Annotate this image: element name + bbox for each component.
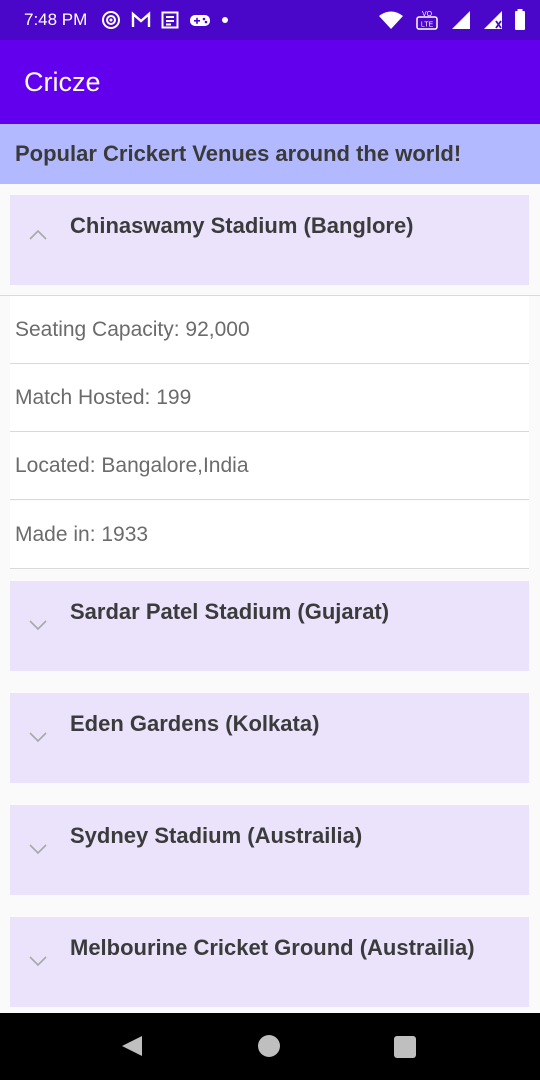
notification-icons (101, 10, 229, 30)
venue-detail-item[interactable]: Match Hosted: 199 (10, 364, 529, 432)
venue-detail-item[interactable]: Located: Bangalore,India (10, 432, 529, 500)
venue-group-title: Sardar Patel Stadium (Gujarat) (70, 599, 390, 624)
venue-group-sardar-patel[interactable]: Sardar Patel Stadium (Gujarat) (10, 581, 529, 671)
app-title: Cricze (24, 66, 101, 97)
venue-detail-text: Made in: 1933 (15, 522, 149, 546)
home-icon[interactable] (258, 1035, 280, 1057)
venue-group-title: Melbourine Cricket Ground (Austrailia) (70, 935, 475, 960)
gmail-icon (132, 11, 151, 27)
back-icon[interactable] (120, 1034, 144, 1058)
venue-detail-item[interactable]: Made in: 1933 (10, 501, 529, 569)
venue-detail-text: Seating Capacity: 92,000 (15, 317, 250, 341)
venue-detail-text: Located: Bangalore,India (15, 453, 249, 477)
volte-icon: LTE VO (416, 11, 438, 30)
venue-detail-text: Match Hosted: 199 (15, 385, 192, 409)
target-icon (102, 11, 121, 29)
venue-group-title: Chinaswamy Stadium (Banglore) (70, 213, 414, 238)
venue-group-chinaswamy[interactable]: Chinaswamy Stadium (Banglore) (10, 195, 529, 285)
game-icon (190, 15, 211, 26)
signal-2-icon (484, 11, 502, 29)
venue-group-melbourne[interactable]: Melbourine Cricket Ground (Austrailia) (10, 917, 529, 1007)
subheader: Popular Crickert Venues around the world… (0, 124, 540, 184)
svg-text:VO: VO (422, 11, 433, 18)
venue-group-sydney[interactable]: Sydney Stadium (Austrailia) (10, 805, 529, 895)
venue-group-title: Sydney Stadium (Austrailia) (70, 823, 363, 848)
app-bar: Cricze (0, 40, 540, 124)
chevron-down-icon (29, 620, 47, 631)
recent-apps-icon[interactable] (394, 1036, 416, 1058)
wifi-icon (379, 11, 403, 29)
chevron-up-icon (29, 229, 47, 240)
navigation-bar (0, 1013, 540, 1080)
chevron-down-icon (29, 956, 47, 967)
chevron-down-icon (29, 732, 47, 743)
dot-icon (222, 17, 229, 23)
subheader-text: Popular Crickert Venues around the world… (15, 141, 462, 166)
battery-icon (515, 9, 525, 30)
venue-group-eden-gardens[interactable]: Eden Gardens (Kolkata) (10, 693, 529, 783)
signal-icon (452, 11, 470, 29)
venue-group-title: Eden Gardens (Kolkata) (70, 711, 320, 736)
venue-detail-item[interactable]: Seating Capacity: 92,000 (10, 296, 529, 364)
status-time: 7:48 PM (24, 10, 88, 29)
svg-text:LTE: LTE (421, 22, 434, 29)
system-icons: LTE VO (378, 9, 526, 31)
status-bar: 7:48 PM LTE VO (0, 0, 540, 40)
chevron-down-icon (29, 844, 47, 855)
news-icon (161, 11, 179, 29)
